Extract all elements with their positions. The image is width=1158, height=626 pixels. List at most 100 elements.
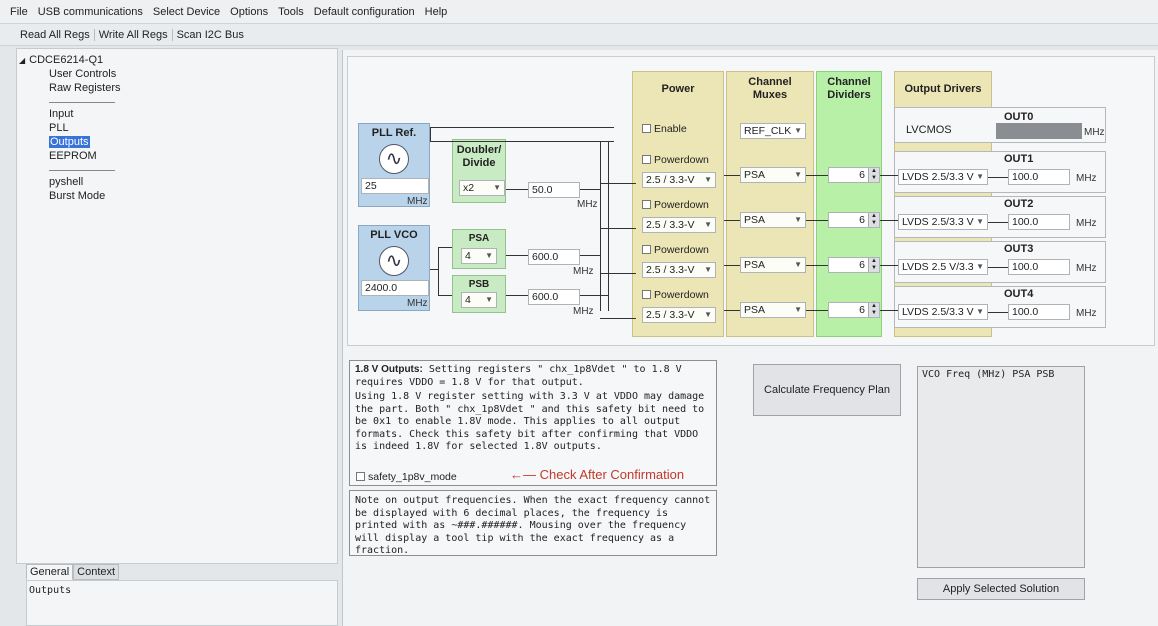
safety-1p8v-checkbox[interactable]: safety_1p8v_mode (356, 471, 457, 484)
wire (608, 141, 609, 311)
out1-divider-value: 6 (859, 169, 865, 181)
tree-item-pll[interactable]: PLL (19, 121, 319, 135)
out4-powerdown-label: Powerdown (654, 289, 709, 301)
out1-mux-select[interactable]: PSA ▼ (740, 167, 806, 183)
wire (506, 295, 528, 296)
pll-vco-block: PLL VCO 2400.0 MHz (358, 225, 430, 311)
out3-divider-spinner[interactable]: 6 ▲ ▼ (828, 257, 880, 273)
out2-mux-select[interactable]: PSA ▼ (740, 212, 806, 228)
menu-options[interactable]: Options (230, 6, 268, 18)
scan-i2c-bus-button[interactable]: Scan I2C Bus (173, 29, 248, 41)
tab-context[interactable]: Context (73, 564, 120, 580)
menu-help[interactable]: Help (425, 6, 448, 18)
write-all-regs-button[interactable]: Write All Regs (95, 28, 173, 41)
tree-item-pyshell[interactable]: pyshell (19, 175, 319, 189)
triangle-down-icon[interactable]: ◢ (19, 56, 25, 65)
out4-voltage-select[interactable]: 2.5 / 3.3-V ▼ (642, 307, 716, 323)
channel-muxes-column (726, 71, 814, 337)
out2-freq-unit: MHz (1076, 218, 1097, 229)
psb-select[interactable]: 4 ▼ (461, 292, 497, 308)
out1-divider-spinner[interactable]: 6 ▲ ▼ (828, 167, 880, 183)
out2-voltage-value: 2.5 / 3.3-V (646, 219, 695, 231)
doubler-value: x2 (463, 182, 475, 194)
wire (438, 247, 452, 248)
tree-root[interactable]: ◢ CDCE6214-Q1 (19, 53, 319, 67)
out1-voltage-value: 2.5 / 3.3-V (646, 174, 695, 186)
pll-ref-input[interactable]: 25 (361, 178, 429, 194)
calculate-frequency-plan-button[interactable]: Calculate Frequency Plan (753, 364, 901, 416)
psb-block: PSB 4 ▼ (452, 275, 506, 313)
out1-freq-field: 100.0 (1008, 169, 1070, 185)
tree-item-eeprom[interactable]: EEPROM (19, 149, 319, 163)
out3-powerdown-checkbox[interactable]: Powerdown (642, 244, 709, 256)
out4-powerdown-checkbox[interactable]: Powerdown (642, 289, 709, 301)
spinner-arrows-icon[interactable]: ▲ ▼ (868, 258, 879, 272)
tree-item-burst-mode[interactable]: Burst Mode (19, 189, 319, 203)
psa-select[interactable]: 4 ▼ (461, 248, 497, 264)
menu-file[interactable]: File (10, 6, 28, 18)
out4-divider-spinner[interactable]: 6 ▲ ▼ (828, 302, 880, 318)
pll-vco-input[interactable]: 2400.0 (361, 280, 429, 296)
out4-mux-value: PSA (744, 304, 766, 316)
chevron-down-icon: ▼ (794, 215, 802, 224)
tree-item-outputs-label: Outputs (49, 136, 90, 148)
chevron-down-icon: ▼ (976, 217, 984, 226)
apply-selected-solution-button[interactable]: Apply Selected Solution (917, 578, 1085, 600)
out0-mux-select[interactable]: REF_CLK ▼ (740, 123, 806, 139)
tree-item-raw-registers[interactable]: Raw Registers (19, 81, 319, 95)
outputs-page: Power Channel Muxes Channel Dividers Out… (342, 50, 1158, 626)
psa-value: 4 (465, 250, 471, 262)
chevron-down-icon: ▼ (485, 295, 493, 304)
out3-mux-value: PSA (744, 259, 766, 271)
tree-item-user-controls[interactable]: User Controls (19, 67, 319, 81)
out0-enable-checkbox[interactable]: Enable (642, 123, 687, 135)
channel-muxes-header: Channel Muxes (748, 76, 792, 101)
wire (430, 141, 600, 142)
out2-powerdown-label: Powerdown (654, 199, 709, 211)
out3-driver-value: LVDS 2.5 V/3.3 (902, 261, 974, 273)
out4-driver-select[interactable]: LVDS 2.5/3.3 V ▼ (898, 304, 988, 320)
wire (430, 269, 438, 270)
out4-mux-select[interactable]: PSA ▼ (740, 302, 806, 318)
out4-driver-value: LVDS 2.5/3.3 V (902, 306, 974, 318)
power-header: Power (661, 82, 695, 95)
tree-item-outputs[interactable]: Outputs (19, 135, 319, 149)
chevron-down-icon: ▼ (704, 265, 712, 274)
channel-dividers-header: Channel Dividers (827, 76, 871, 101)
tab-general[interactable]: General (26, 564, 74, 580)
pll-ref-label: PLL Ref. (371, 127, 417, 139)
out3-voltage-select[interactable]: 2.5 / 3.3-V ▼ (642, 262, 716, 278)
out2-mux-value: PSA (744, 214, 766, 226)
out4-label: OUT4 (1004, 288, 1034, 300)
spinner-arrows-icon[interactable]: ▲ ▼ (868, 303, 879, 317)
menu-select-device[interactable]: Select Device (153, 6, 220, 18)
doubler-select[interactable]: x2 ▼ (459, 180, 505, 196)
read-all-regs-button[interactable]: Read All Regs (16, 28, 95, 41)
out3-mux-select[interactable]: PSA ▼ (740, 257, 806, 273)
out0-driver-label: LVCMOS (906, 124, 952, 136)
spinner-arrows-icon[interactable]: ▲ ▼ (868, 213, 879, 227)
out2-powerdown-checkbox[interactable]: Powerdown (642, 199, 709, 211)
out2-divider-spinner[interactable]: 6 ▲ ▼ (828, 212, 880, 228)
doubler-freq-unit: MHz (577, 199, 598, 210)
out2-driver-select[interactable]: LVDS 2.5/3.3 V ▼ (898, 214, 988, 230)
spinner-arrows-icon[interactable]: ▲ ▼ (868, 168, 879, 182)
menu-default-configuration[interactable]: Default configuration (314, 6, 415, 18)
out1-driver-select[interactable]: LVDS 2.5/3.3 V ▼ (898, 169, 988, 185)
out2-freq-field: 100.0 (1008, 214, 1070, 230)
menu-usb-communications[interactable]: USB communications (38, 6, 143, 18)
menu-tools[interactable]: Tools (278, 6, 304, 18)
wire (506, 255, 528, 256)
tree-item-input[interactable]: Input (19, 107, 319, 121)
out4-freq-field: 100.0 (1008, 304, 1070, 320)
chevron-down-icon: ▼ (485, 251, 493, 260)
wire (806, 175, 828, 176)
out4-divider-value: 6 (859, 304, 865, 316)
out2-voltage-select[interactable]: 2.5 / 3.3-V ▼ (642, 217, 716, 233)
out3-voltage-value: 2.5 / 3.3-V (646, 264, 695, 276)
solutions-list[interactable]: VCO Freq (MHz) PSA PSB (917, 366, 1085, 568)
out1-voltage-select[interactable]: 2.5 / 3.3-V ▼ (642, 172, 716, 188)
out1-powerdown-checkbox[interactable]: Powerdown (642, 154, 709, 166)
out3-driver-select[interactable]: LVDS 2.5 V/3.3 ▼ (898, 259, 988, 275)
wire (600, 273, 636, 274)
